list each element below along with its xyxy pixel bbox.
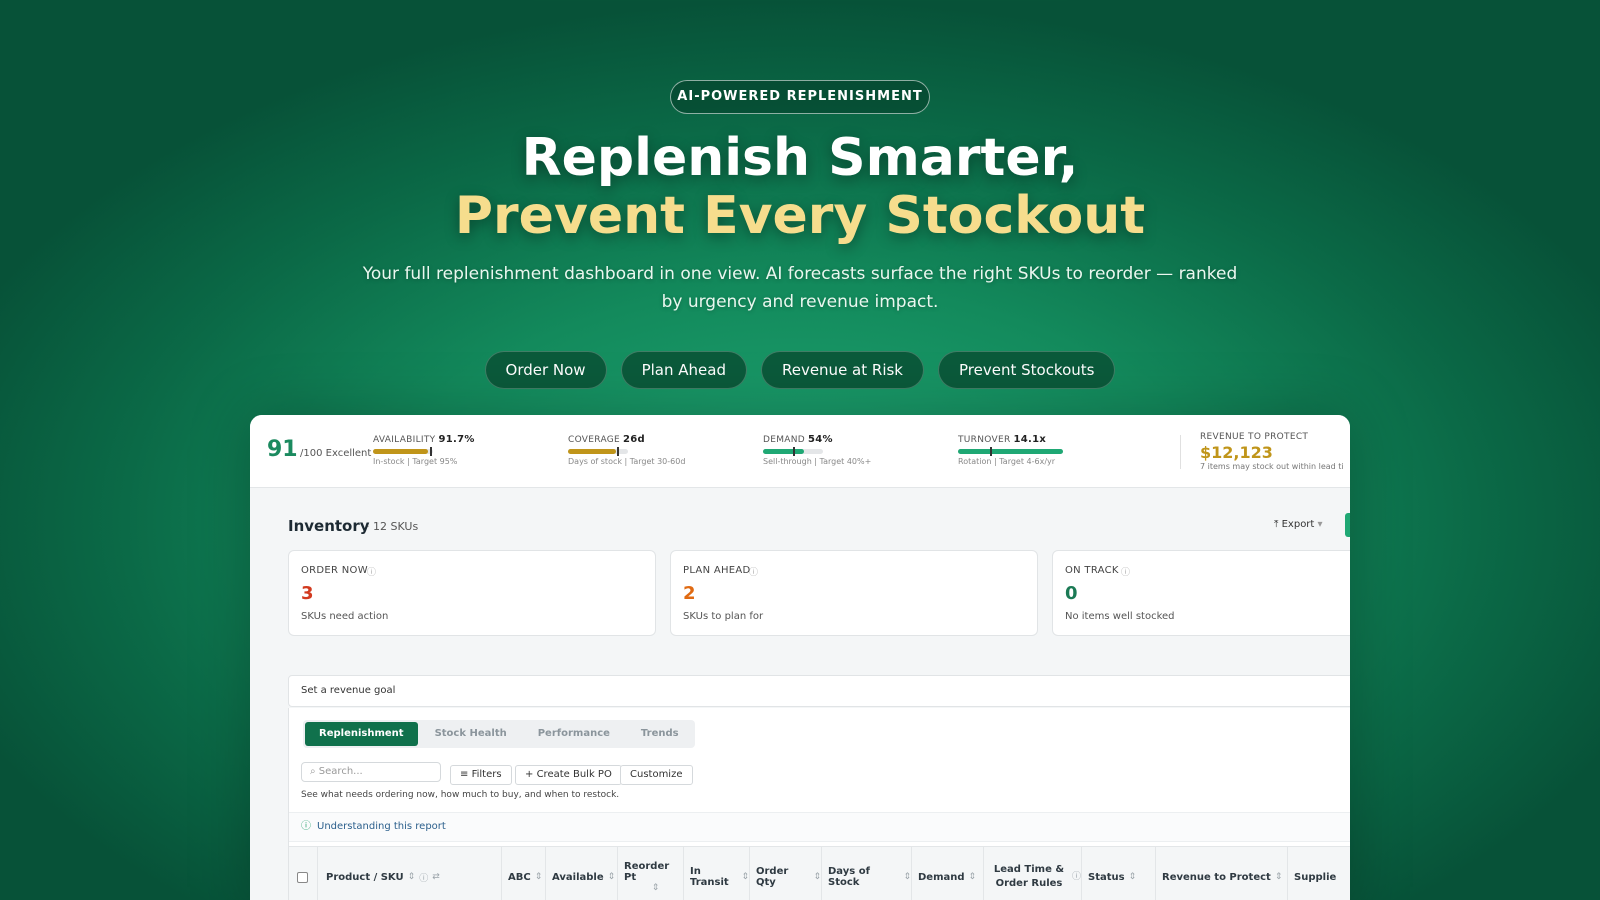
create-bulk-po-button[interactable]: + Create Bulk PO: [515, 765, 622, 785]
filters-button[interactable]: ≡ Filters: [450, 765, 512, 785]
swap-icon: ⇄: [432, 872, 440, 882]
search-input[interactable]: ⌕ Search...: [301, 762, 441, 782]
tab-trends[interactable]: Trends: [627, 722, 693, 746]
col-reorder-pt[interactable]: Reorder Pt ⇕: [617, 847, 683, 900]
filter-icon: ≡: [460, 769, 469, 780]
col-order-qty[interactable]: Order Qty ⇕: [749, 847, 821, 900]
understanding-report-link[interactable]: ⓘ Understanding this report: [289, 812, 1350, 842]
col-supplier[interactable]: Supplie: [1287, 847, 1350, 900]
col-status[interactable]: Status ⇕: [1081, 847, 1155, 900]
table-header: Product / SKU ⇕ ⓘ ⇄ ABC ⇕ Available ⇕ Reorder…: [289, 846, 1350, 900]
report-hint: See what needs ordering now, how much to…: [301, 790, 620, 800]
info-icon: ⓘ: [749, 568, 759, 578]
revenue-to-protect: REVENUE TO PROTECT $12,123 7 items may s…: [1200, 432, 1350, 471]
pill-plan-ahead[interactable]: Plan Ahead: [620, 351, 747, 389]
primary-action-edge[interactable]: [1345, 513, 1350, 537]
col-revenue-to-protect[interactable]: Revenue to Protect ⇕: [1155, 847, 1287, 900]
info-icon: ⓘ: [1121, 568, 1131, 578]
col-abc[interactable]: ABC ⇕: [501, 847, 545, 900]
chevron-down-icon: ▾: [1317, 519, 1323, 530]
hero-badge: AI-POWERED REPLENISHMENT: [670, 80, 930, 114]
col-in-transit[interactable]: In Transit ⇕: [683, 847, 749, 900]
select-all-checkbox[interactable]: [297, 872, 308, 883]
export-button[interactable]: ⤒ Export ▾: [1274, 519, 1323, 530]
availability-bar: [373, 447, 433, 456]
hero-title-line2: Prevent Every Stockout: [454, 186, 1146, 246]
kpi-bar: 91 /100 Excellent AVAILABILITY 91.7% In-s…: [250, 415, 1350, 488]
revenue-value: $12,123: [1200, 443, 1273, 462]
coverage-bar: [568, 447, 628, 456]
metric-demand: DEMAND 54% Sell-through | Target 40%+: [763, 434, 872, 466]
turnover-bar: [958, 447, 1063, 456]
hero-subtitle: Your full replenishment dashboard in one…: [362, 264, 1238, 312]
info-icon: ⓘ: [367, 568, 377, 578]
tab-replenishment[interactable]: Replenishment: [305, 722, 418, 746]
health-score: 91: [267, 437, 298, 462]
demand-bar: [763, 447, 823, 456]
search-icon: ⌕: [310, 766, 316, 777]
col-product-sku[interactable]: Product / SKU ⇕ ⓘ ⇄: [317, 847, 501, 900]
col-days-of-stock[interactable]: Days of Stock ⇕: [821, 847, 911, 900]
col-lead-time[interactable]: Lead Time & Order Rules ⓘ: [983, 847, 1081, 900]
hero-pills: Order Now Plan Ahead Revenue at Risk Pre…: [0, 351, 1600, 389]
col-demand[interactable]: Demand ⇕: [911, 847, 983, 900]
metric-turnover: TURNOVER 14.1x Rotation | Target 4-6x/yr: [958, 434, 1138, 466]
hero-title-line1: Replenish Smarter,: [521, 128, 1079, 188]
inventory-title: Inventory: [288, 517, 370, 535]
card-plan-ahead[interactable]: PLAN AHEAD ⓘ 2 SKUs to plan for: [670, 550, 1038, 636]
metric-availability: AVAILABILITY 91.7% In-stock | Target 95%: [373, 434, 475, 466]
info-icon: ⓘ: [419, 873, 429, 884]
divider: [1180, 435, 1181, 469]
tab-performance[interactable]: Performance: [524, 722, 624, 746]
report-tabs: Replenishment Stock Health Performance T…: [303, 720, 695, 748]
card-on-track[interactable]: ON TRACK ⓘ 0 No items well stocked: [1052, 550, 1350, 636]
dashboard-panel: 91 /100 Excellent AVAILABILITY 91.7% In-s…: [250, 415, 1350, 900]
upload-icon: ⤒: [1274, 519, 1279, 530]
inventory-count: · 12 SKUs: [366, 520, 419, 533]
health-score-label: /100 Excellent: [300, 448, 372, 459]
pill-prevent-stockouts[interactable]: Prevent Stockouts: [938, 351, 1116, 389]
revenue-goal-row[interactable]: Set a revenue goal: [288, 675, 1350, 707]
customize-button[interactable]: Customize: [620, 765, 693, 785]
info-circle-icon: ⓘ: [301, 821, 311, 832]
col-available[interactable]: Available ⇕: [545, 847, 617, 900]
card-order-now[interactable]: ORDER NOW ⓘ 3 SKUs need action: [288, 550, 656, 636]
pill-order-now[interactable]: Order Now: [484, 351, 607, 389]
tab-stock-health[interactable]: Stock Health: [421, 722, 521, 746]
metric-coverage: COVERAGE 26d Days of stock | Target 30-60…: [568, 434, 686, 466]
plus-icon: +: [525, 769, 534, 780]
report-area: Replenishment Stock Health Performance T…: [288, 708, 1350, 900]
pill-revenue-at-risk[interactable]: Revenue at Risk: [760, 351, 924, 389]
